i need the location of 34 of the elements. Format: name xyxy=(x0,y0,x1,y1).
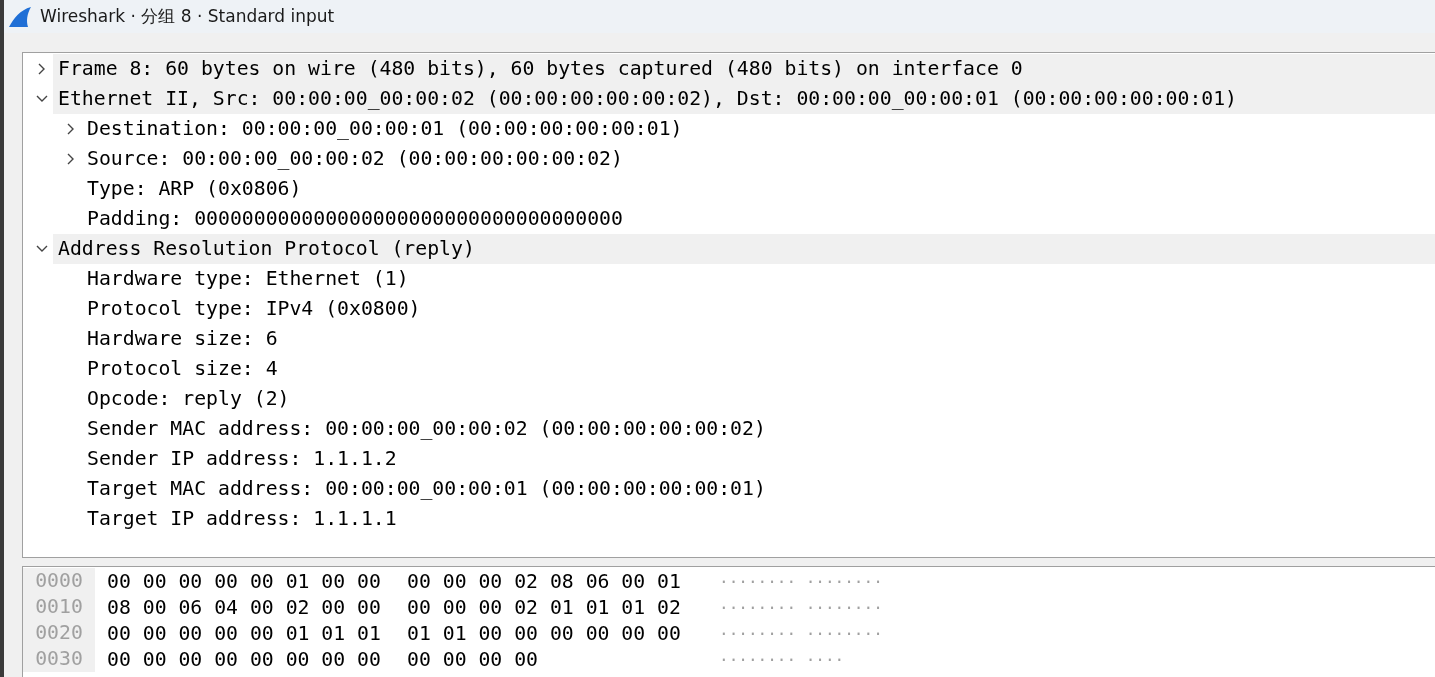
tree-item[interactable]: Sender IP address: 1.1.1.2 xyxy=(82,444,1435,474)
byte-offset: 0000 xyxy=(23,568,95,594)
tree-item[interactable]: Sender MAC address: 00:00:00_00:00:02 (00:00:00:00:00:02) xyxy=(82,414,1435,444)
tree-item[interactable]: Hardware size: 6 xyxy=(82,324,1435,354)
tree-item[interactable]: Ethernet II, Src: 00:00:00_00:00:02 (00:00:00:00:00:02), Dst: 00:00:00_00:00:01 (00:00:00:00:00:01) xyxy=(53,84,1435,114)
hex-bytes: 00 00 00 00 xyxy=(407,647,539,671)
tree-item[interactable]: Destination: 00:00:00_00:00:01 (00:00:00:00:00:01) xyxy=(82,114,1435,144)
tree-item[interactable]: Frame 8: 60 bytes on wire (480 bits), 60 bytes captured (480 bits) on interface 0 xyxy=(53,54,1435,84)
byte-offset: 0010 xyxy=(23,594,95,620)
tree-item[interactable]: Address Resolution Protocol (reply) xyxy=(53,234,1435,264)
hex-bytes: 00 00 00 00 00 01 00 00 xyxy=(107,569,382,593)
tree-item[interactable]: Target MAC address: 00:00:00_00:00:01 (00:00:00:00:00:01) xyxy=(82,474,1435,504)
tree-item[interactable]: Target IP address: 1.1.1.1 xyxy=(82,504,1435,534)
ascii-bytes: ········ ········ xyxy=(719,597,883,617)
hex-bytes: 08 00 06 04 00 02 00 00 xyxy=(107,595,382,619)
tree-item[interactable]: Source: 00:00:00_00:00:02 (00:00:00:00:00:02) xyxy=(82,144,1435,174)
byte-offset: 0020 xyxy=(23,620,95,646)
hex-bytes: 00 00 00 02 01 01 01 02 xyxy=(407,595,682,619)
tree-item[interactable]: Opcode: reply (2) xyxy=(82,384,1435,414)
shark-fin-icon xyxy=(8,5,32,28)
tree-item[interactable]: Type: ARP (0x0806) xyxy=(82,174,1435,204)
tree-item[interactable]: Protocol size: 4 xyxy=(82,354,1435,384)
hex-bytes: 00 00 00 00 00 01 01 01 xyxy=(107,621,382,645)
hex-bytes: 00 00 00 00 00 00 00 00 xyxy=(107,647,382,671)
tree-item[interactable]: Protocol type: IPv4 (0x0800) xyxy=(82,294,1435,324)
tree-item[interactable]: Padding: 000000000000000000000000000000000000 xyxy=(82,204,1435,234)
byte-offset: 0030 xyxy=(23,646,95,672)
hex-bytes: 01 01 00 00 00 00 00 00 xyxy=(407,621,682,645)
ascii-bytes: ········ ···· xyxy=(719,649,845,669)
window-title: Wireshark · 分组 8 · Standard input xyxy=(40,5,335,28)
tree-item[interactable]: Hardware type: Ethernet (1) xyxy=(82,264,1435,294)
ascii-bytes: ········ ········ xyxy=(719,571,883,591)
hex-bytes: 00 00 00 02 08 06 00 01 xyxy=(407,569,682,593)
ascii-bytes: ········ ········ xyxy=(719,623,883,643)
